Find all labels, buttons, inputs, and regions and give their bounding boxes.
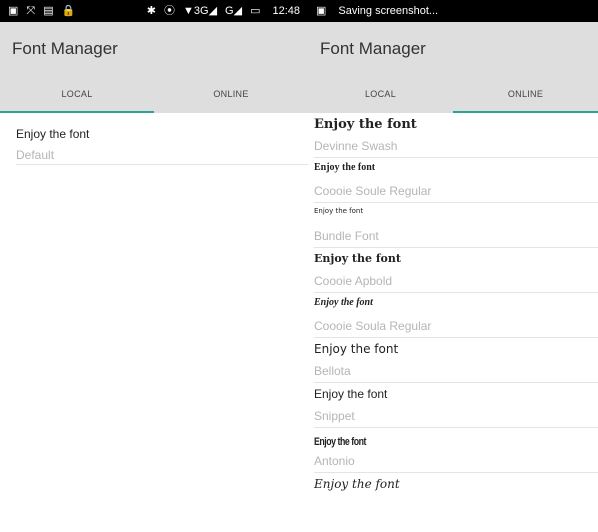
font-name: Default xyxy=(16,148,55,162)
font-sample: Enjoy the font xyxy=(314,297,373,308)
vibrate-icon: ⦿ xyxy=(164,4,176,17)
status-time: 12:48 xyxy=(272,5,300,17)
right-screen: ▣ Saving screenshot... Font Manager LOCA… xyxy=(308,0,598,532)
font-sample: Enjoy the font xyxy=(314,436,366,448)
list-item[interactable]: Enjoy the font Bellota xyxy=(308,338,598,383)
tab-local[interactable]: LOCAL xyxy=(0,75,154,113)
divider xyxy=(16,164,308,165)
font-list: Enjoy the font Default xyxy=(0,113,308,165)
tab-local[interactable]: LOCAL xyxy=(308,75,453,113)
font-name: Coooie Soula Regular xyxy=(314,319,432,333)
list-item[interactable]: Enjoy the font Antonio xyxy=(308,428,598,473)
signal-g-icon: G◢ xyxy=(225,4,243,17)
list-item[interactable]: Enjoy the font Devinne Swash xyxy=(308,113,598,158)
font-sample: Enjoy the font xyxy=(314,252,401,265)
left-screen: ▣ ⤧ ▤ 🔒 ✱ ⦿ ▼3G◢ G◢ ▭ 12:48 Font Manager… xyxy=(0,0,308,532)
font-sample: Enjoy the font xyxy=(314,162,376,173)
tab-online[interactable]: ONLINE xyxy=(154,75,308,113)
list-item[interactable]: Enjoy the font Bundle Font xyxy=(308,203,598,248)
list-item[interactable]: Enjoy the font Coooie Apbold xyxy=(308,248,598,293)
font-name: Bundle Font xyxy=(314,229,379,243)
font-name: Antonio xyxy=(314,454,355,468)
lock-icon: 🔒 xyxy=(61,4,76,17)
app-title: Font Manager xyxy=(320,38,426,58)
font-sample: Enjoy the font xyxy=(314,387,388,401)
list-item[interactable]: Enjoy the font Coooie Soule Regular xyxy=(308,158,598,203)
status-bar: ▣ ⤧ ▤ 🔒 ✱ ⦿ ▼3G◢ G◢ ▭ 12:48 xyxy=(0,0,308,22)
app-bar: Font Manager xyxy=(0,22,308,75)
app-title: Font Manager xyxy=(12,38,118,58)
missed-call-icon: ⤧ xyxy=(26,4,36,17)
screenshot-icon: ▣ xyxy=(316,4,327,17)
font-name: Coooie Apbold xyxy=(314,274,393,288)
tab-online[interactable]: ONLINE xyxy=(453,75,598,113)
battery-icon: ▭ xyxy=(250,4,261,17)
list-item[interactable]: Enjoy the font Snippet xyxy=(308,383,598,428)
font-name: Bellota xyxy=(314,364,351,378)
font-sample: Enjoy the font xyxy=(314,117,417,132)
list-item[interactable]: Enjoy the font Default xyxy=(0,113,308,165)
signal-3g-icon: ▼3G◢ xyxy=(183,4,218,17)
tab-bar: LOCAL ONLINE xyxy=(0,75,308,113)
font-sample: Enjoy the font xyxy=(314,207,364,215)
font-name: Coooie Soule Regular xyxy=(314,184,432,198)
font-list: Enjoy the font Devinne Swash Enjoy the f… xyxy=(308,113,598,495)
font-sample: Enjoy the font xyxy=(16,127,90,141)
font-sample-wrapper: Enjoy the font xyxy=(314,428,598,450)
message-icon: ▤ xyxy=(43,4,54,17)
app-bar: Font Manager xyxy=(308,22,598,75)
bluetooth-icon: ✱ xyxy=(146,4,157,17)
status-bar: ▣ Saving screenshot... xyxy=(308,0,598,22)
tab-bar: LOCAL ONLINE xyxy=(308,75,598,113)
font-sample: Enjoy the font xyxy=(314,477,400,491)
font-sample: Enjoy the font xyxy=(314,342,399,356)
gallery-icon: ▣ xyxy=(8,4,19,17)
font-name: Devinne Swash xyxy=(314,139,398,153)
status-notification: Saving screenshot... xyxy=(338,5,439,17)
font-name: Snippet xyxy=(314,409,355,423)
list-item[interactable]: Enjoy the font xyxy=(308,473,598,495)
list-item[interactable]: Enjoy the font Coooie Soula Regular xyxy=(308,293,598,338)
